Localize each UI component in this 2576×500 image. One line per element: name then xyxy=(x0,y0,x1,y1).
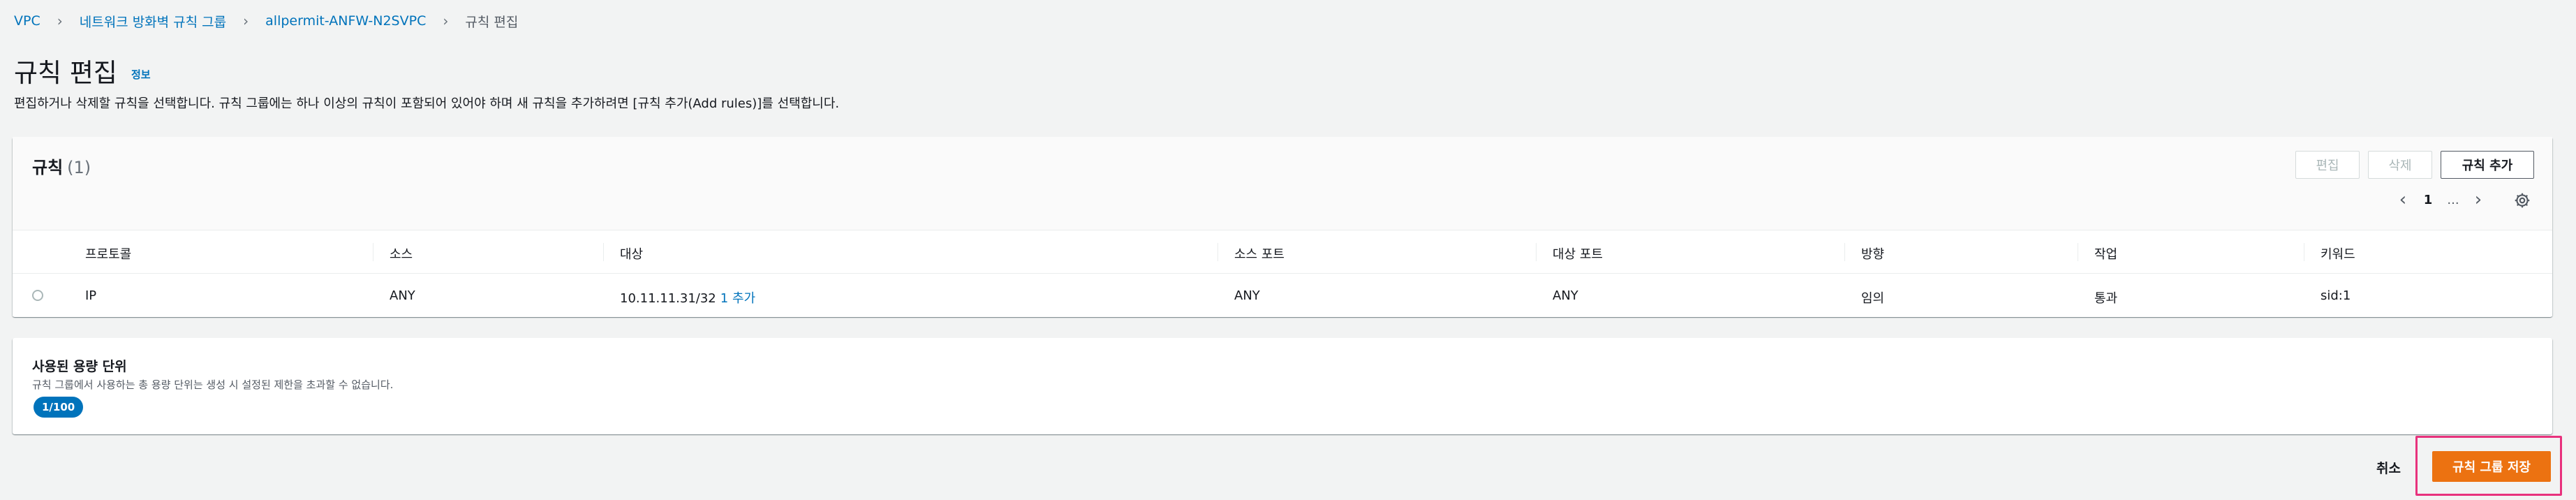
add-rules-button[interactable]: 규칙 추가 xyxy=(2441,151,2534,179)
column-direction[interactable]: 방향 xyxy=(1861,244,1884,263)
breadcrumb-rule-groups[interactable]: 네트워크 방화벽 규칙 그룹 xyxy=(80,12,226,31)
capacity-badge: 1/100 xyxy=(34,397,84,418)
cell-action: 통과 xyxy=(2094,291,2118,306)
breadcrumb-current: 규칙 편집 xyxy=(465,14,519,30)
capacity-title: 사용된 용량 단위 xyxy=(32,359,127,374)
chevron-right-icon: › xyxy=(443,13,449,29)
rules-panel: 규칙 (1) 편집 삭제 규칙 추가 ‹ 1 ... › 프로토콜 소스 대상 소… xyxy=(13,137,2552,317)
pagination: ‹ 1 ... › xyxy=(2390,186,2491,214)
column-source[interactable]: 소스 xyxy=(390,244,413,263)
column-divider xyxy=(1536,243,1537,261)
column-protocol[interactable]: 프로토콜 xyxy=(85,244,131,263)
cell-destination: 10.11.11.31/32 1 추가 xyxy=(620,288,755,307)
chevron-right-icon: › xyxy=(243,13,249,29)
capacity-panel: 사용된 용량 단위 규칙 그룹에서 사용하는 총 용량 단위는 생성 시 설정된… xyxy=(13,338,2552,434)
row-select-radio[interactable] xyxy=(32,290,43,301)
destination-more-link[interactable]: 1 추가 xyxy=(720,291,755,306)
cell-source: ANY xyxy=(390,288,415,303)
rules-title-label: 규칙 xyxy=(32,158,64,177)
table-header: 프로토콜 소스 대상 소스 포트 대상 포트 방향 작업 키워드 xyxy=(13,230,2552,274)
column-action[interactable]: 작업 xyxy=(2094,244,2117,263)
page-title: 규칙 편집 xyxy=(14,58,117,88)
chevron-right-icon: › xyxy=(57,13,63,29)
page-number[interactable]: 1 xyxy=(2415,193,2441,207)
gear-icon[interactable] xyxy=(2513,191,2531,209)
column-destination-port[interactable]: 대상 포트 xyxy=(1553,244,1603,263)
column-divider xyxy=(603,243,604,261)
column-keyword[interactable]: 키워드 xyxy=(2320,244,2355,263)
breadcrumb-rule-group[interactable]: allpermit-ANFW-N2SVPC xyxy=(265,13,426,29)
column-divider xyxy=(1217,243,1218,261)
cancel-button[interactable]: 취소 xyxy=(2376,458,2401,477)
cell-protocol: IP xyxy=(85,288,97,303)
edit-button[interactable]: 편집 xyxy=(2295,151,2360,179)
page-description: 편집하거나 삭제할 규칙을 선택합니다. 규칙 그룹에는 하나 이상의 규칙이 … xyxy=(14,96,840,111)
chevron-left-icon[interactable]: ‹ xyxy=(2390,189,2415,210)
column-source-port[interactable]: 소스 포트 xyxy=(1234,244,1285,263)
cell-direction: 임의 xyxy=(1861,291,1885,306)
cell-source-port: ANY xyxy=(1234,288,1260,303)
delete-button[interactable]: 삭제 xyxy=(2368,151,2432,179)
save-rule-group-button[interactable]: 규칙 그룹 저장 xyxy=(2432,451,2551,482)
cell-destination-port: ANY xyxy=(1553,288,1578,303)
column-divider xyxy=(1844,243,1845,261)
rules-title: 규칙 (1) xyxy=(32,154,91,178)
pagination-ellipsis: ... xyxy=(2447,192,2459,207)
capacity-description: 규칙 그룹에서 사용하는 총 용량 단위는 생성 시 설정된 제한을 초과할 수… xyxy=(32,378,394,391)
info-link[interactable]: 정보 xyxy=(131,67,151,82)
cell-keyword: sid:1 xyxy=(2320,288,2351,303)
rules-count: (1) xyxy=(67,158,91,177)
rules-panel-header: 규칙 (1) 편집 삭제 규칙 추가 ‹ 1 ... › xyxy=(13,137,2552,230)
cell-destination-value: 10.11.11.31/32 xyxy=(620,291,716,306)
column-destination[interactable]: 대상 xyxy=(620,244,643,263)
chevron-right-icon[interactable]: › xyxy=(2466,189,2491,210)
breadcrumb: VPC › 네트워크 방화벽 규칙 그룹 › allpermit-ANFW-N2… xyxy=(14,12,519,31)
breadcrumb-vpc[interactable]: VPC xyxy=(14,13,40,29)
table-row[interactable]: IP ANY 10.11.11.31/32 1 추가 ANY ANY 임의 통과 … xyxy=(13,274,2552,316)
